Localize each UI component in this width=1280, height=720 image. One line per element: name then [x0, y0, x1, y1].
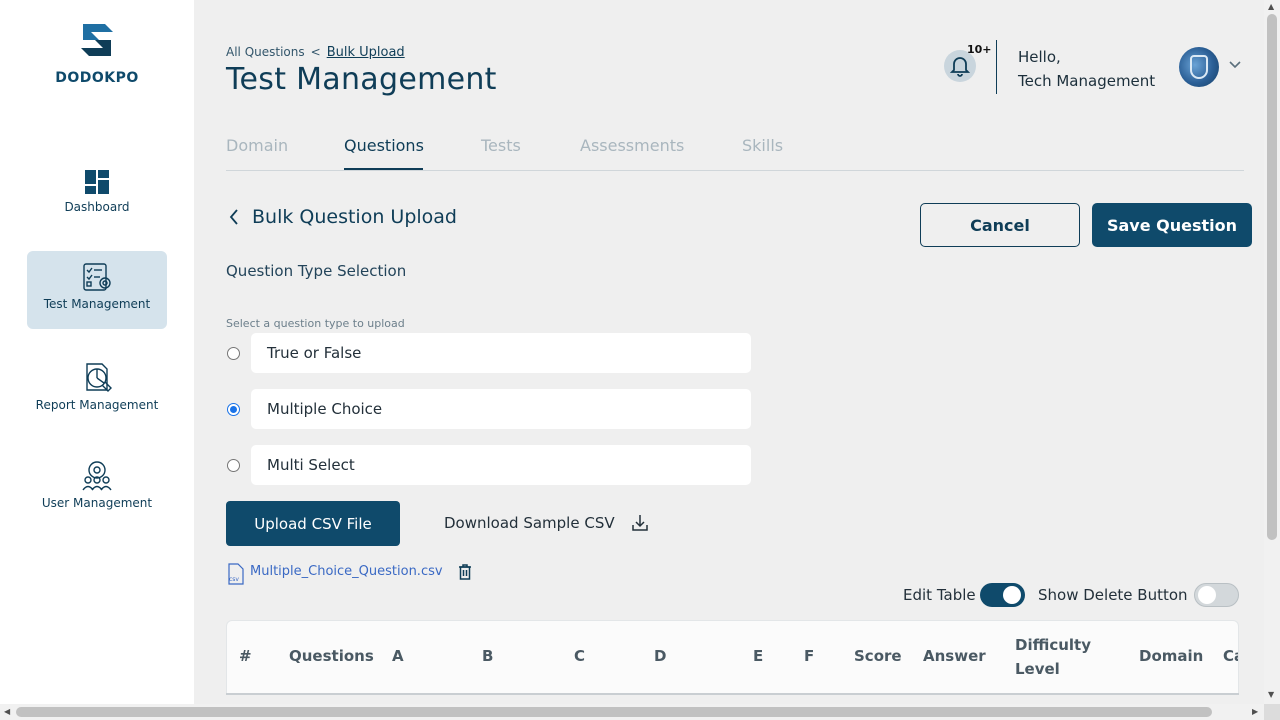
- option-true-or-false[interactable]: True or False: [251, 333, 751, 373]
- sidebar-item-report-management[interactable]: Report Management: [27, 350, 167, 428]
- sidebar-item-label: Dashboard: [64, 200, 130, 214]
- tab-domain[interactable]: Domain: [226, 136, 288, 155]
- tab-tests[interactable]: Tests: [481, 136, 521, 155]
- tabs: Domain Questions Tests Assessments Skill…: [226, 130, 1244, 171]
- dashboard-icon: [85, 170, 109, 194]
- download-sample-csv-link[interactable]: Download Sample CSV: [444, 514, 648, 532]
- scroll-down-arrow-icon[interactable]: ▼: [1268, 690, 1274, 699]
- sidebar: DODOKPO Dashboard Test Management Report…: [0, 0, 194, 704]
- main-content: All Questions < Bulk Upload Test Managemen…: [194, 0, 1264, 704]
- column-header: Questions: [289, 647, 374, 665]
- file-name[interactable]: Multiple_Choice_Question.csv: [250, 564, 443, 579]
- test-management-icon: [83, 263, 111, 291]
- column-header: D: [654, 647, 667, 665]
- header-divider: [996, 40, 997, 94]
- notifications-badge: 10+: [967, 43, 992, 56]
- save-question-button[interactable]: Save Question: [1092, 203, 1252, 247]
- cancel-button[interactable]: Cancel: [920, 203, 1080, 247]
- section-title: Bulk Question Upload: [252, 206, 457, 228]
- edit-table-toggle[interactable]: [980, 583, 1025, 607]
- logo-icon: [81, 24, 113, 56]
- avatar[interactable]: [1179, 47, 1219, 87]
- table-header: # Questions A B C D E F Score Answer Dif…: [226, 620, 1239, 694]
- upload-csv-button[interactable]: Upload CSV File: [226, 501, 400, 546]
- trash-icon[interactable]: [458, 564, 472, 580]
- radio-true-or-false[interactable]: [227, 347, 240, 360]
- option-multiple-choice[interactable]: Multiple Choice: [251, 389, 751, 429]
- brand-name: DODOKPO: [55, 70, 139, 86]
- scrollbar-corner: [1264, 704, 1280, 720]
- tab-questions[interactable]: Questions: [344, 136, 424, 155]
- column-header: #: [239, 647, 252, 665]
- chevron-down-icon[interactable]: [1228, 60, 1242, 70]
- question-type-heading: Question Type Selection: [226, 262, 407, 280]
- csv-file-icon: csv: [228, 563, 244, 585]
- tab-assessments[interactable]: Assessments: [580, 136, 684, 155]
- breadcrumb-parent[interactable]: All Questions: [226, 45, 305, 59]
- breadcrumb-separator: <: [310, 45, 321, 59]
- svg-text:csv: csv: [229, 576, 239, 583]
- column-header: Answer: [923, 647, 986, 665]
- column-header-line: Level: [1015, 660, 1060, 678]
- user-greeting: Hello, Tech Management: [1018, 45, 1155, 93]
- sidebar-item-dashboard[interactable]: Dashboard: [27, 158, 167, 236]
- column-header: B: [482, 647, 494, 665]
- user-name: Tech Management: [1018, 72, 1156, 90]
- table-divider: [226, 693, 1239, 695]
- column-header: Ca: [1223, 647, 1238, 665]
- sidebar-item-label: User Management: [41, 496, 153, 510]
- column-header-line: Difficulty: [1015, 636, 1091, 654]
- breadcrumb-current[interactable]: Bulk Upload: [327, 45, 405, 60]
- column-header: Difficulty Level: [1015, 633, 1091, 681]
- user-management-icon: [82, 461, 112, 491]
- download-sample-label: Download Sample CSV: [444, 514, 615, 532]
- brand-logo[interactable]: DODOKPO: [0, 18, 194, 86]
- column-header: C: [574, 647, 586, 665]
- column-header: Score: [854, 647, 902, 665]
- greeting-line: Hello,: [1018, 48, 1061, 66]
- question-type-hint: Select a question type to upload: [226, 317, 405, 330]
- radio-multi-select[interactable]: [227, 459, 240, 472]
- vertical-scrollbar[interactable]: ▲ ▼: [1264, 0, 1280, 704]
- column-header: A: [392, 647, 404, 665]
- scroll-up-arrow-icon[interactable]: ▲: [1268, 2, 1274, 11]
- radio-multiple-choice[interactable]: [227, 403, 240, 416]
- sidebar-item-test-management[interactable]: Test Management: [27, 251, 167, 329]
- sidebar-item-user-management[interactable]: User Management: [27, 448, 167, 526]
- bell-icon: [950, 57, 970, 77]
- vertical-scroll-thumb[interactable]: [1267, 14, 1277, 540]
- tab-skills[interactable]: Skills: [742, 136, 783, 155]
- sidebar-item-label: Test Management: [43, 297, 151, 311]
- report-management-icon: [86, 363, 112, 392]
- download-icon: [632, 515, 648, 531]
- horizontal-scrollbar[interactable]: ◀ ▶: [0, 704, 1264, 720]
- active-tab-indicator: [344, 168, 423, 170]
- sidebar-item-label: Report Management: [35, 398, 159, 412]
- column-header: F: [804, 647, 815, 665]
- back-chevron-icon[interactable]: [228, 208, 240, 226]
- column-header: E: [753, 647, 764, 665]
- edit-table-label: Edit Table: [903, 586, 976, 604]
- scroll-left-arrow-icon[interactable]: ◀: [4, 707, 10, 716]
- page-title: Test Management: [226, 62, 497, 97]
- breadcrumb: All Questions < Bulk Upload: [226, 45, 405, 60]
- option-multi-select[interactable]: Multi Select: [251, 445, 751, 485]
- avatar-shield-icon: [1190, 55, 1208, 79]
- scroll-right-arrow-icon[interactable]: ▶: [1252, 707, 1258, 716]
- show-delete-toggle[interactable]: [1194, 583, 1239, 607]
- column-header: Domain: [1139, 647, 1204, 665]
- show-delete-label: Show Delete Button: [1038, 586, 1188, 604]
- horizontal-scroll-thumb[interactable]: [16, 707, 1212, 717]
